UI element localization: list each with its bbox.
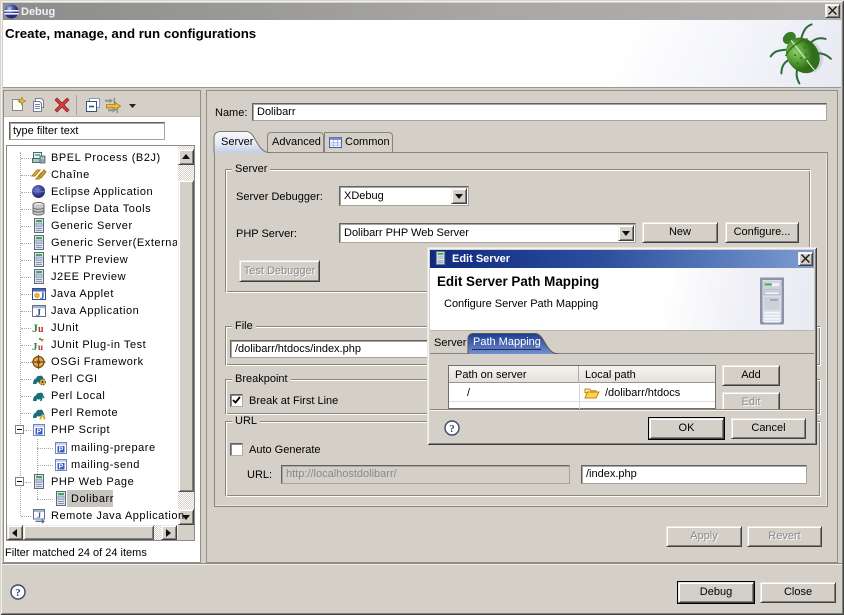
svg-text:J: J <box>40 291 45 301</box>
svg-text:?: ? <box>449 423 455 435</box>
svg-text:?: ? <box>15 587 21 599</box>
svg-text:J: J <box>37 511 41 520</box>
svg-text:P: P <box>59 447 64 454</box>
svg-text:P: P <box>59 464 64 471</box>
svg-text:u: u <box>38 342 43 352</box>
svg-text:P: P <box>37 429 42 436</box>
svg-text:J: J <box>36 308 41 319</box>
svg-text:u: u <box>38 324 44 335</box>
